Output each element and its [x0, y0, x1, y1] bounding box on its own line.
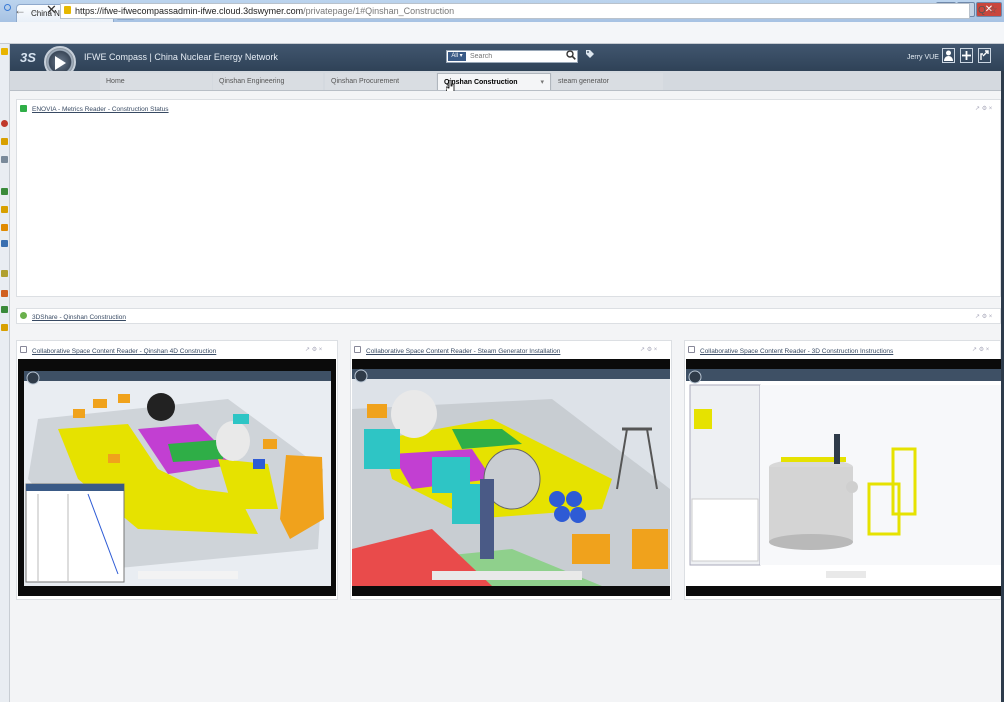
panel-controls-icons[interactable]: ↗ ⚙ ×	[305, 346, 322, 353]
panel-title[interactable]: 3DShare - Qinshan Construction	[32, 314, 126, 321]
browser-toolbar	[0, 22, 1004, 44]
url-host: https://ifwe-ifwecompassadmin-ifwe.cloud…	[75, 6, 304, 16]
stop-icon[interactable]: ✕	[46, 2, 57, 18]
user-icon[interactable]	[942, 48, 955, 63]
address-bar[interactable]: https://ifwe-ifwecompassadmin-ifwe.cloud…	[60, 3, 970, 19]
metrics-reader-panel	[16, 99, 1001, 297]
search-icon[interactable]	[566, 50, 576, 62]
play-icon	[55, 56, 66, 70]
tab-qinshan-engineering[interactable]: Qinshan Engineering	[213, 73, 323, 90]
forward-arrow-icon[interactable]: →	[30, 3, 42, 17]
tab-home[interactable]: Home	[100, 73, 212, 90]
3dshare-panel	[16, 308, 1001, 324]
document-icon	[688, 346, 695, 353]
strip-icon[interactable]	[1, 48, 8, 55]
lock-icon	[64, 6, 71, 14]
strip-icon[interactable]	[1, 306, 8, 313]
panel-controls-icons[interactable]: ↗ ⚙ ×	[972, 346, 989, 353]
strip-icon[interactable]	[1, 224, 8, 231]
strip-icon[interactable]	[1, 188, 8, 195]
steam-generator-video-frame	[352, 359, 670, 596]
panel-title[interactable]: Collaborative Space Content Reader - Qin…	[32, 348, 216, 355]
search-scope-dropdown[interactable]: All ▾	[448, 52, 466, 61]
back-arrow-icon[interactable]: ←	[14, 3, 26, 17]
strip-icon[interactable]	[1, 206, 8, 213]
panel-title[interactable]: ENOVIA - Metrics Reader - Construction S…	[32, 106, 169, 113]
strip-icon[interactable]	[1, 240, 8, 247]
tab-steam-generator[interactable]: steam generator	[552, 73, 663, 90]
zoom-bookmark-icons[interactable]: Q ☆	[978, 5, 998, 16]
strip-icon[interactable]	[1, 156, 8, 163]
3ds-logo: 3S	[20, 50, 36, 65]
tag-icon[interactable]	[585, 49, 595, 62]
chevron-down-icon[interactable]: ▾	[540, 74, 544, 91]
video-player[interactable]	[352, 359, 670, 596]
panel-controls-icons[interactable]: ↗ ⚙ ×	[640, 346, 657, 353]
tab-label: Qinshan Engineering	[219, 78, 285, 85]
search-input[interactable]	[470, 50, 564, 63]
video-player[interactable]	[686, 359, 1001, 596]
construction-instructions-video-frame	[686, 359, 1001, 596]
panel-controls-icons[interactable]: ↗ ⚙ ×	[975, 105, 992, 112]
strip-icon[interactable]	[1, 120, 8, 127]
url-path: /privatepage/1#Qinshan_Construction	[303, 6, 455, 16]
add-icon[interactable]	[960, 48, 973, 63]
panel-controls-icons[interactable]: ↗ ⚙ ×	[975, 313, 992, 320]
3dshare-icon	[20, 312, 27, 319]
enovia-icon	[20, 105, 27, 112]
panel-title[interactable]: Collaborative Space Content Reader - 3D …	[700, 348, 893, 355]
tab-label: Home	[106, 78, 125, 85]
tab-qinshan-procurement[interactable]: Qinshan Procurement	[325, 73, 436, 90]
strip-icon[interactable]	[1, 138, 8, 145]
strip-icon[interactable]	[1, 324, 8, 331]
tab-label: Qinshan Construction	[444, 79, 518, 86]
document-icon	[20, 346, 27, 353]
video-player[interactable]	[18, 359, 336, 596]
user-name[interactable]: Jerry VUE	[907, 54, 939, 61]
document-icon	[354, 346, 361, 353]
app-title: IFWE Compass | China Nuclear Energy Netw…	[84, 52, 278, 62]
tab-label: steam generator	[558, 78, 609, 85]
strip-icon[interactable]	[1, 270, 8, 277]
strip-icon[interactable]	[1, 290, 8, 297]
share-icon[interactable]	[978, 48, 991, 63]
panel-title[interactable]: Collaborative Space Content Reader - Ste…	[366, 348, 560, 355]
screen: China Nuclear Energy Net × – ▫ ✕ ← → ✕ h…	[0, 0, 1004, 702]
construction-4d-video-frame	[18, 359, 336, 596]
tab-label: Qinshan Procurement	[331, 78, 400, 85]
tab-loading-icon	[4, 4, 11, 11]
